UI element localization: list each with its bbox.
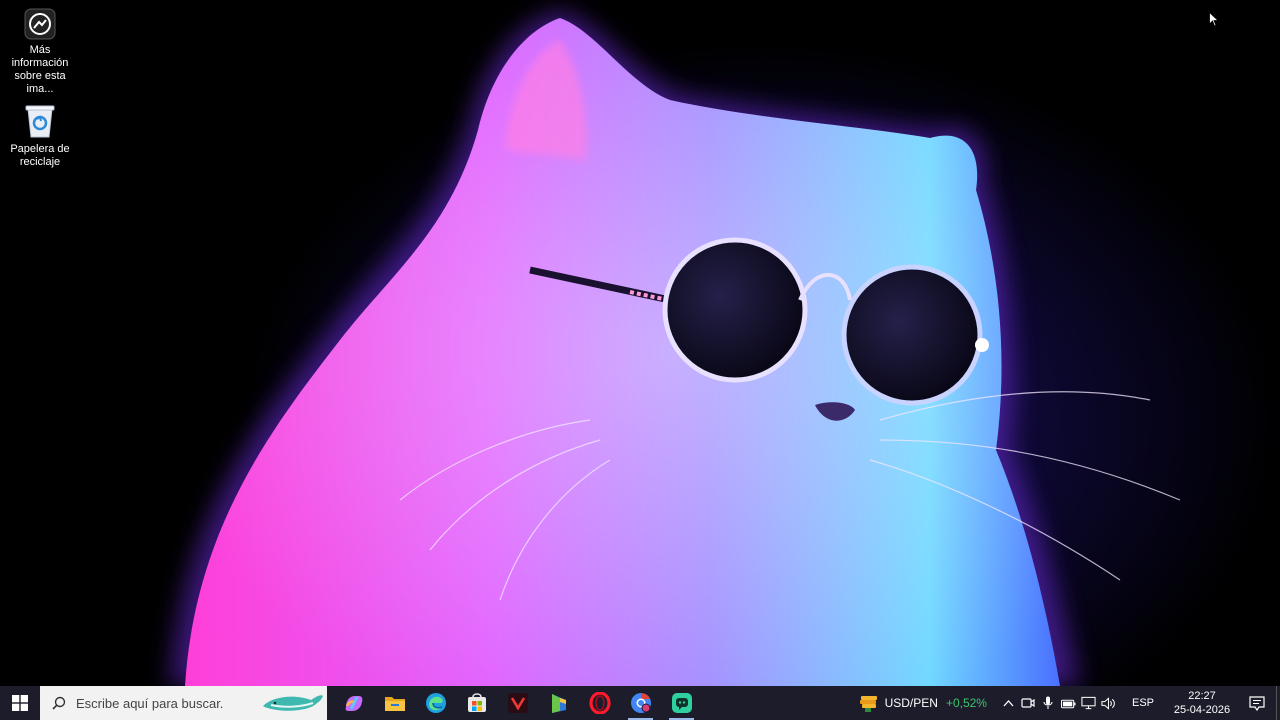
desktop-icon-recycle-bin[interactable]: Papelera de reciclaje [0,103,80,169]
taskbar-app-copilot[interactable] [333,686,374,720]
taskbar-app-chat[interactable] [661,686,702,720]
desktop-wallpaper [0,0,1280,686]
start-button[interactable] [0,686,40,720]
neon-cat-illustration [170,10,1181,686]
finance-widget[interactable]: USD/PEN +0,52% [859,694,987,712]
show-desktop-button[interactable] [1276,686,1280,720]
chrome-icon [630,693,651,713]
taskbar: Escribe aquí para buscar. USD/PEN +0,52%… [0,686,1280,720]
taskbar-app-chrome[interactable] [620,686,661,720]
tray-microphone[interactable] [1041,696,1056,711]
tray-battery[interactable] [1060,696,1076,711]
copilot-icon [345,696,362,711]
taskbar-app-file-explorer[interactable] [374,686,415,720]
notification-icon [1249,695,1265,711]
action-center-button[interactable] [1238,686,1276,720]
ticker-change: +0,52% [945,696,987,710]
windows-start-icon [12,695,28,711]
taskbar-clock[interactable]: 22:27 25-04-2026 [1166,689,1238,717]
recycle-bin-icon [25,105,55,138]
show-hidden-icons-button[interactable] [1001,696,1016,711]
battery-icon [1060,699,1076,708]
input-language-indicator[interactable]: ESP [1132,697,1154,709]
opera-icon [588,692,611,714]
meet-now-icon [1021,697,1036,708]
bluestacks-icon [551,694,566,713]
tray-icons [1001,696,1116,711]
taskbar-app-bluestacks[interactable] [538,686,579,720]
chat-app-icon [671,693,692,713]
ticker-symbol: USD/PEN [884,696,938,710]
store-icon [467,693,486,712]
search-highlight-icon [263,695,323,711]
edge-icon [425,693,446,713]
tray-network[interactable] [1081,696,1096,711]
desktop-icon-label: Más información sobre esta ima... [11,44,69,95]
mouse-pointer-icon [1209,12,1219,27]
tray-meet-now[interactable] [1021,696,1036,711]
tray-volume[interactable] [1101,696,1116,711]
money-stack-icon [859,696,877,712]
spotlight-info-icon [24,8,56,40]
desktop-icon-spotlight-info[interactable]: Más información sobre esta ima... [0,8,80,96]
search-icon [52,696,66,710]
taskbar-pinned-apps [333,686,702,720]
folder-icon [384,697,405,711]
taskbar-app-store[interactable] [456,686,497,720]
chevron-up-icon [1003,700,1014,707]
clock-time: 22:27 [1188,690,1216,702]
taskbar-app-edge[interactable] [415,686,456,720]
taskbar-app-vivaldi[interactable] [497,686,538,720]
desktop-icon-label: Papelera de reciclaje [10,143,70,168]
microphone-icon [1043,696,1054,709]
network-icon [1081,696,1096,710]
taskbar-search-box[interactable]: Escribe aquí para buscar. [40,686,327,720]
search-placeholder: Escribe aquí para buscar. [76,695,224,711]
taskbar-app-opera[interactable] [579,686,620,720]
vivaldi-icon [507,693,528,713]
volume-icon [1101,696,1115,710]
clock-date: 25-04-2026 [1173,704,1231,716]
system-tray: USD/PEN +0,52% ESP 22:27 25-04-2026 [859,686,1280,720]
